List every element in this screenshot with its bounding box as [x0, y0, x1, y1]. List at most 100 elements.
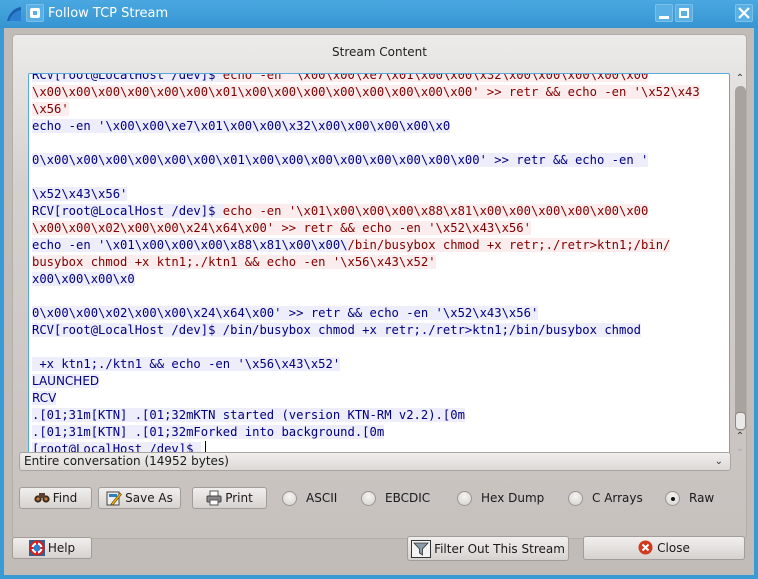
radio-hex-dump-indicator[interactable] [457, 490, 472, 506]
server-data-segment: RCV[root@LocalHost /dev]$ [32, 74, 223, 82]
print-label: Print [225, 491, 253, 505]
stream-line: \x52\x43\x56' [32, 186, 729, 203]
client-data-segment: echo -en '\x01\x00\x00\x00\x88\x81\x00\x… [222, 204, 649, 218]
maximize-icon [679, 8, 689, 18]
stream-line: RCV[root@LocalHost /dev]$ echo -en '\x00… [32, 74, 729, 84]
conversation-select-value: Entire conversation (14952 bytes) [24, 454, 229, 468]
stream-line [32, 288, 729, 305]
radio-raw[interactable]: Raw [665, 487, 714, 509]
chevron-down-icon: ⌄ [714, 456, 723, 467]
follow-tcp-stream-window: Follow TCP Stream Stream Content RCV[roo… [0, 0, 758, 579]
binoculars-icon [34, 490, 50, 506]
conversation-select[interactable]: Entire conversation (14952 bytes) ⌄ [19, 452, 731, 471]
close-window-button[interactable] [735, 4, 753, 22]
filter-out-stream-label: Filter Out This Stream [434, 541, 565, 556]
stream-line: +x ktn1;./ktn1 && echo -en '\x56\x43\x52… [32, 356, 729, 373]
radio-ascii-indicator[interactable] [282, 490, 297, 506]
title-bar[interactable]: Follow TCP Stream [0, 0, 758, 28]
vertical-scrollbar[interactable]: ⌃ ⌃ ⌄ [732, 73, 748, 455]
stream-line [32, 339, 729, 356]
server-data-segment: .[01;31m[KTN] .[01;32mForked into backgr… [32, 425, 385, 439]
radio-ebcdic-indicator[interactable] [361, 490, 376, 506]
client-data-segment: /bin/busybox chmod +x retr;./retr>ktn1;/… [347, 238, 671, 252]
server-data-segment: RCV[root@LocalHost /dev]$ [32, 204, 223, 218]
save-as-button[interactable]: Save As [98, 487, 181, 509]
stream-line: .[01;31m[KTN] .[01;32mForked into backgr… [32, 424, 729, 441]
close-button[interactable]: Close [583, 536, 745, 560]
radio-ebcdic[interactable]: EBCDIC [361, 487, 430, 509]
filter-out-stream-button[interactable]: Filter Out This Stream [407, 536, 569, 561]
stream-line: echo -en '\x01\x00\x00\x00\x88\x81\x00\x… [32, 237, 729, 254]
wireshark-fin-icon [5, 5, 23, 23]
window-menu-icon [30, 8, 40, 18]
lifebuoy-help-icon [28, 540, 45, 556]
stream-line: echo -en '\x00\x00\xe7\x01\x00\x00\x32\x… [32, 118, 729, 135]
stream-line: LAUNCHED [32, 373, 729, 390]
print-button[interactable]: Print [192, 487, 267, 509]
client-data-segment: \x00\x00\x02\x00\x00\x24\x64\x00' >> ret… [32, 221, 531, 235]
funnel-filter-icon [411, 539, 432, 558]
client-data-segment: busybox chmod +x ktn1;./ktn1 && echo -en… [32, 255, 436, 269]
client-data-segment: echo -en '\x00\x00\xe7\x01\x00\x00\x32\x… [222, 74, 649, 82]
server-data-segment: \x52\x43\x56' [32, 187, 128, 201]
server-data-segment: RCV[root@LocalHost /dev]$ /bin/busybox c… [32, 323, 642, 337]
scroll-track[interactable] [735, 86, 746, 431]
radio-ascii[interactable]: ASCII [282, 487, 337, 509]
stream-line [32, 169, 729, 186]
stream-line: busybox chmod +x ktn1;./ktn1 && echo -en… [32, 254, 729, 271]
server-data-segment: +x ktn1;./ktn1 && echo -en '\x56\x43\x52… [32, 357, 341, 371]
client-data-segment: \x56' [32, 102, 69, 116]
stream-line: \x00\x00\x00\x00\x00\x00\x01\x00\x00\x00… [32, 84, 729, 101]
radio-ascii-label: ASCII [306, 491, 338, 505]
stream-content-title: Stream Content [332, 45, 427, 59]
minimize-icon [659, 15, 669, 19]
stream-line: RCV[root@LocalHost /dev]$ /bin/busybox c… [32, 322, 729, 339]
stream-line: x00\x00\x00\x0 [32, 271, 729, 288]
save-as-label: Save As [125, 491, 173, 505]
server-data-segment: echo -en '\x01\x00\x00\x00\x88\x81\x00\x… [32, 238, 348, 252]
stream-line: \x00\x00\x02\x00\x00\x24\x64\x00' >> ret… [32, 220, 729, 237]
radio-c-arrays-label: C Arrays [592, 491, 643, 505]
help-button[interactable]: Help [12, 537, 92, 559]
server-data-segment: 0\x00\x00\x00\x00\x00\x00\x01\x00\x00\x0… [32, 153, 649, 167]
dialog-body: Stream Content RCV[root@LocalHost /dev]$… [4, 28, 754, 575]
stream-line: 0\x00\x00\x00\x00\x00\x00\x01\x00\x00\x0… [32, 152, 729, 169]
stream-line: .[01;31m[KTN] .[01;32mKTN started (versi… [32, 407, 729, 424]
close-label: Close [657, 541, 690, 555]
stream-lines: RCV[root@LocalHost /dev]$ echo -en '\x00… [32, 74, 729, 454]
help-label: Help [47, 541, 76, 555]
find-label: Find [52, 491, 78, 505]
radio-ebcdic-label: EBCDIC [385, 491, 431, 505]
radio-raw-indicator[interactable] [665, 490, 680, 506]
stream-line: 0\x00\x00\x02\x00\x00\x24\x64\x00' >> re… [32, 305, 729, 322]
close-icon [738, 7, 750, 19]
server-data-segment: x00\x00\x00\x0 [32, 272, 135, 286]
scroll-up-step-icon[interactable]: ⌃ [732, 431, 748, 443]
scroll-up-arrow-icon[interactable]: ⌃ [732, 73, 748, 85]
close-circle-icon [638, 540, 654, 556]
radio-c-arrays-indicator[interactable] [568, 490, 583, 506]
find-button[interactable]: Find [19, 487, 92, 509]
stream-line: \x56' [32, 101, 729, 118]
scroll-thumb[interactable] [735, 412, 746, 430]
stream-line [32, 135, 729, 152]
server-data-segment: LAUNCHED [32, 374, 100, 388]
server-data-segment: 0\x00\x00\x02\x00\x00\x24\x64\x00' >> re… [32, 306, 539, 320]
maximize-button[interactable] [675, 4, 693, 22]
radio-hex-dump-label: Hex Dump [481, 491, 545, 505]
stream-text-view[interactable]: RCV[root@LocalHost /dev]$ echo -en '\x00… [28, 73, 730, 455]
stream-line: RCV [32, 390, 729, 407]
save-as-pencil-icon [106, 490, 123, 506]
radio-c-arrays[interactable]: C Arrays [568, 487, 643, 509]
scroll-down-arrow-icon[interactable]: ⌄ [732, 443, 748, 455]
server-data-segment: .[01;31m[KTN] .[01;32mKTN started (versi… [32, 408, 465, 422]
window-menu-button[interactable] [26, 4, 44, 22]
minimize-button[interactable] [655, 4, 673, 22]
server-data-segment: RCV [32, 391, 57, 405]
stream-line: RCV[root@LocalHost /dev]$ echo -en '\x01… [32, 203, 729, 220]
radio-hex-dump[interactable]: Hex Dump [457, 487, 544, 509]
window-title: Follow TCP Stream [48, 6, 169, 21]
server-data-segment: echo -en '\x00\x00\xe7\x01\x00\x00\x32\x… [32, 119, 451, 133]
client-data-segment: \x00\x00\x00\x00\x00\x00\x01\x00\x00\x00… [32, 85, 700, 99]
radio-raw-label: Raw [689, 491, 715, 505]
